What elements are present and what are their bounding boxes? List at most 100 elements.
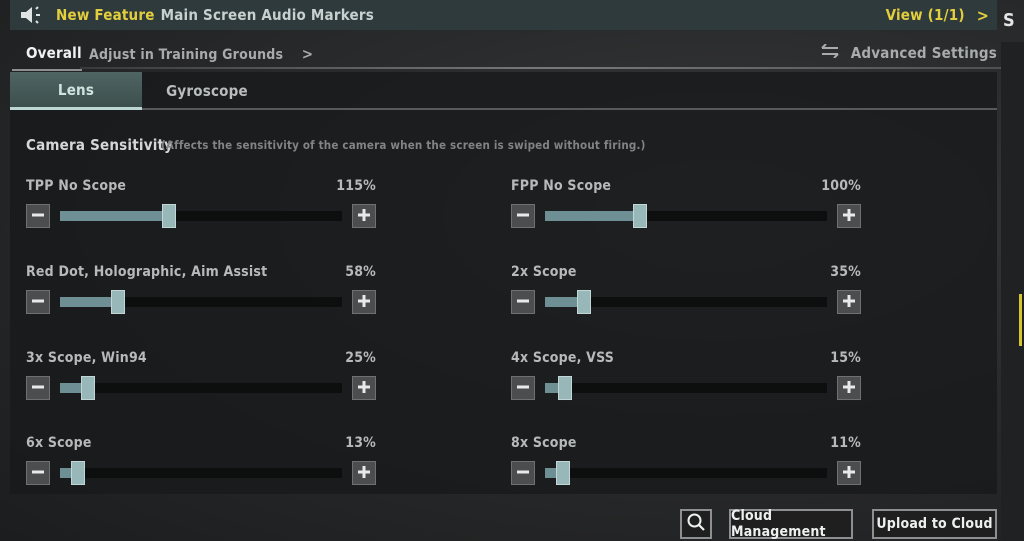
increase-button[interactable] [352,376,376,400]
slider-value: 35% [830,264,861,280]
decrease-button[interactable] [26,461,50,485]
adjust-label: Adjust in Training Grounds [89,47,284,63]
slider-thumb[interactable] [577,290,591,314]
increase-button[interactable] [837,290,861,314]
slider-value: 115% [336,178,376,194]
increase-button[interactable] [837,204,861,228]
slider-value: 11% [830,435,861,451]
slider-label: Red Dot, Holographic, Aim Assist [26,264,268,280]
subtab-bar: Overall Adjust in Training Grounds > Adv… [10,36,997,71]
minus-icon [516,207,530,226]
minus-icon [31,293,45,312]
slider-label: 4x Scope, VSS [511,350,615,366]
minus-icon [31,207,45,226]
sensitivity-slider: 3x Scope, Win94 25% [26,350,376,410]
slider-fill [60,297,118,307]
decrease-button[interactable] [26,204,50,228]
subtab-divider [80,67,1016,69]
slider-thumb[interactable] [558,376,572,400]
decrease-button[interactable] [26,376,50,400]
view-button[interactable]: View (1/1) > [886,0,989,30]
tab-gyroscope[interactable]: Gyroscope [142,72,272,110]
minus-icon [31,379,45,398]
banner-title: Main Screen Audio Markers [160,6,374,24]
decrease-button[interactable] [511,204,535,228]
plus-icon [842,207,856,226]
search-button[interactable] [680,509,712,539]
section-note: (Affects the sensitivity of the camera w… [161,138,646,152]
slider-label: 8x Scope [511,435,577,451]
plus-icon [357,379,371,398]
advanced-settings-label: Advanced Settings [850,44,997,62]
decrease-button[interactable] [26,290,50,314]
slider-label: FPP No Scope [511,178,612,194]
cloud-management-button[interactable]: Cloud Management [729,508,853,540]
slider-track[interactable] [545,461,827,485]
new-feature-label: New Feature [56,6,155,24]
slider-value: 58% [345,264,376,280]
increase-button[interactable] [837,461,861,485]
increase-button[interactable] [352,461,376,485]
feature-banner[interactable]: New Feature Main Screen Audio Markers Vi… [10,0,997,30]
subtab-overall[interactable]: Overall [12,44,82,71]
slider-track[interactable] [60,204,342,228]
tab-lens[interactable]: Lens [10,72,142,110]
view-label: View (1/1) [885,6,965,24]
edge-tab-letter[interactable]: S [1003,10,1015,31]
slider-label: TPP No Scope [26,178,127,194]
slider-thumb[interactable] [111,290,125,314]
slider-fill [60,211,169,221]
scroll-indicator[interactable] [1019,294,1022,346]
slider-thumb[interactable] [71,461,85,485]
sensitivity-slider: 6x Scope 13% [26,435,376,495]
decrease-button[interactable] [511,290,535,314]
slider-track[interactable] [545,290,827,314]
settings-panel: Lens Gyroscope Camera Sensitivity (Affec… [10,72,997,494]
slider-label: 2x Scope [511,264,577,280]
tab-divider [142,108,997,110]
minus-icon [516,379,530,398]
slider-label: 3x Scope, Win94 [26,350,147,366]
slider-thumb[interactable] [556,461,570,485]
increase-button[interactable] [352,204,376,228]
sensitivity-slider: 4x Scope, VSS 15% [511,350,861,410]
slider-value: 25% [345,350,376,366]
plus-icon [842,379,856,398]
plus-icon [357,293,371,312]
slider-value: 13% [345,435,376,451]
speaker-icon [16,0,46,30]
sensitivity-slider: 2x Scope 35% [511,264,861,324]
sensitivity-slider: FPP No Scope 100% [511,178,861,238]
slider-value: 15% [830,350,861,366]
slider-thumb[interactable] [81,376,95,400]
swap-arrows-icon [821,43,839,62]
slider-thumb[interactable] [633,204,647,228]
search-icon [686,512,706,536]
slider-value: 100% [821,178,861,194]
plus-icon [842,293,856,312]
decrease-button[interactable] [511,461,535,485]
slider-track[interactable] [60,290,342,314]
plus-icon [357,464,371,483]
increase-button[interactable] [352,290,376,314]
decrease-button[interactable] [511,376,535,400]
slider-label: 6x Scope [26,435,92,451]
slider-track[interactable] [545,376,827,400]
plus-icon [357,207,371,226]
slider-track[interactable] [60,461,342,485]
slider-track[interactable] [60,376,342,400]
chevron-right-icon: > [301,45,314,63]
subtab-adjust-training[interactable]: Adjust in Training Grounds > [89,45,313,63]
sensitivity-slider: Red Dot, Holographic, Aim Assist 58% [26,264,376,324]
chevron-right-icon: > [976,5,989,25]
side-panel-edge [1001,42,1024,541]
minus-icon [31,464,45,483]
minus-icon [516,464,530,483]
slider-thumb[interactable] [162,204,176,228]
increase-button[interactable] [837,376,861,400]
minus-icon [516,293,530,312]
plus-icon [842,464,856,483]
slider-track[interactable] [545,204,827,228]
advanced-settings-button[interactable]: Advanced Settings [821,43,997,62]
upload-to-cloud-button[interactable]: Upload to Cloud [872,509,997,539]
